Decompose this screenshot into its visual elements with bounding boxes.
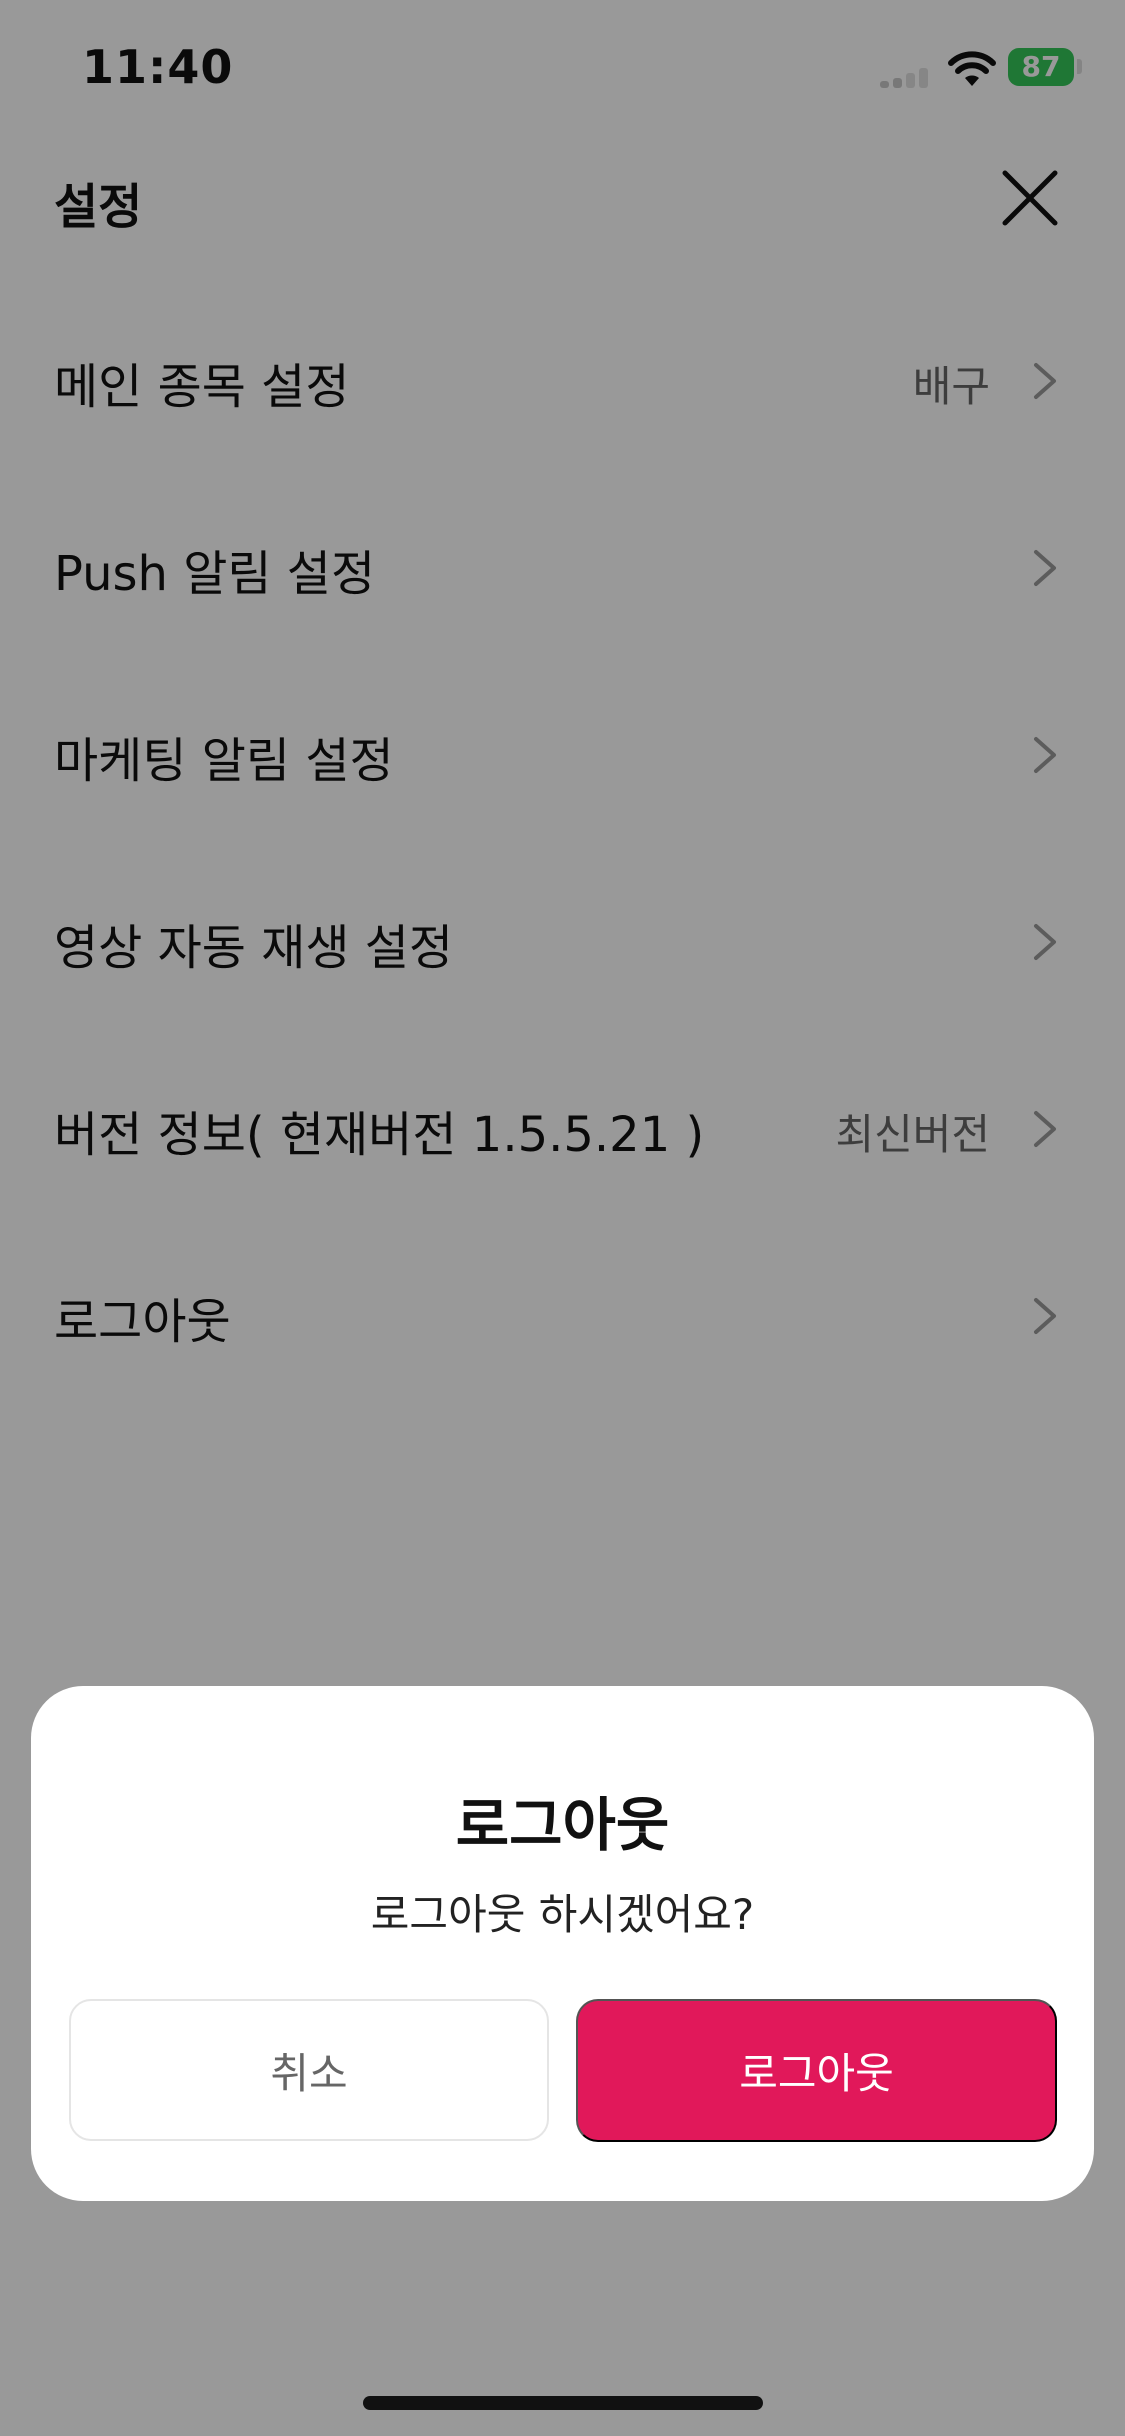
cancel-button[interactable]: 취소 <box>69 1999 549 2141</box>
home-indicator <box>363 2396 763 2410</box>
dialog-title: 로그아웃 <box>455 1791 670 1859</box>
logout-dialog: 로그아웃 로그아웃 하시겠어요? 취소 로그아웃 <box>31 1686 1094 2201</box>
dialog-message: 로그아웃 하시겠어요? <box>370 1890 755 1939</box>
confirm-logout-button[interactable]: 로그아웃 <box>576 1999 1057 2142</box>
